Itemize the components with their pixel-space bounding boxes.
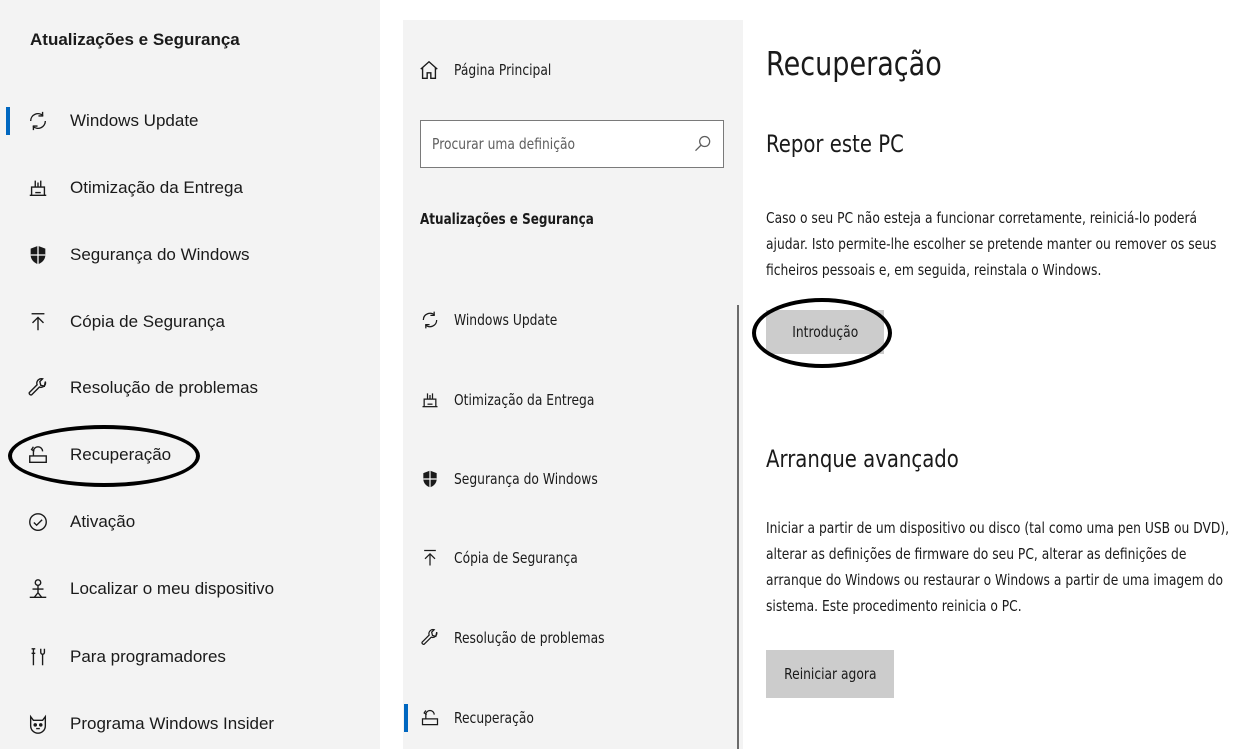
get-started-button-label: Introdução bbox=[791, 323, 858, 341]
left-item-insider[interactable]: Programa Windows Insider bbox=[0, 699, 380, 749]
nav-item-delivery-optimization[interactable]: Otimização da Entrega bbox=[403, 380, 733, 420]
left-item-label: Segurança do Windows bbox=[70, 245, 250, 264]
left-item-label: Programa Windows Insider bbox=[70, 714, 275, 733]
home-icon bbox=[418, 59, 440, 86]
left-panel-title: Atualizações e Segurança bbox=[30, 30, 240, 49]
left-item-label: Localizar o meu dispositivo bbox=[70, 579, 275, 598]
restart-now-button-label: Reiniciar agora bbox=[783, 665, 877, 683]
search-icon[interactable] bbox=[693, 134, 713, 154]
reset-pc-description: Caso o seu PC não esteja a funcionar cor… bbox=[766, 209, 1217, 279]
restart-now-button[interactable]: Reiniciar agora bbox=[766, 650, 894, 698]
delivery-icon bbox=[419, 389, 441, 411]
search-input[interactable]: Procurar uma definição bbox=[420, 120, 724, 168]
left-item-windows-update[interactable]: Windows Update bbox=[0, 96, 380, 146]
recovery-icon bbox=[26, 443, 50, 467]
nav-item-label: Cópia de Segurança bbox=[454, 549, 578, 567]
advanced-startup-heading: Arranque avançado bbox=[766, 445, 959, 473]
left-item-find-device[interactable]: Localizar o meu dispositivo bbox=[0, 564, 380, 614]
left-item-backup[interactable]: Cópia de Segurança bbox=[0, 297, 380, 347]
nav-item-windows-security[interactable]: Segurança do Windows bbox=[403, 459, 733, 499]
upload-icon bbox=[419, 547, 441, 569]
left-item-label: Para programadores bbox=[70, 647, 226, 666]
nav-scrollbar[interactable] bbox=[737, 305, 739, 749]
selected-indicator bbox=[404, 704, 408, 732]
left-settings-panel: Atualizações e Segurança Windows Update … bbox=[0, 0, 380, 749]
left-item-activation[interactable]: Ativação bbox=[0, 497, 380, 547]
nav-item-windows-update[interactable]: Windows Update bbox=[403, 300, 733, 340]
insider-cat-icon bbox=[26, 712, 50, 736]
left-item-label: Windows Update bbox=[70, 111, 199, 130]
left-item-label: Ativação bbox=[70, 512, 136, 531]
left-item-label: Cópia de Segurança bbox=[70, 312, 226, 331]
left-item-developers[interactable]: Para programadores bbox=[0, 632, 380, 682]
nav-item-label: Segurança do Windows bbox=[454, 470, 598, 488]
nav-item-label: Resolução de problemas bbox=[454, 629, 605, 647]
recovery-icon bbox=[419, 707, 441, 729]
nav-section-title: Atualizações e Segurança bbox=[420, 210, 594, 228]
left-item-troubleshoot[interactable]: Resolução de problemas bbox=[0, 363, 380, 413]
page-title: Recuperação bbox=[766, 44, 942, 83]
sync-icon bbox=[419, 309, 441, 331]
reset-pc-heading: Repor este PC bbox=[766, 130, 904, 158]
left-item-recovery[interactable]: Recuperação bbox=[0, 430, 380, 480]
delivery-icon bbox=[26, 176, 50, 200]
wrench-icon bbox=[26, 376, 50, 400]
tools-icon bbox=[26, 645, 50, 669]
left-item-label: Resolução de problemas bbox=[70, 378, 259, 397]
advanced-startup-description: Iniciar a partir de um dispositivo ou di… bbox=[766, 519, 1230, 615]
shield-icon bbox=[419, 468, 441, 490]
check-circle-icon bbox=[26, 510, 50, 534]
left-item-windows-security[interactable]: Segurança do Windows bbox=[0, 230, 380, 280]
left-item-label: Recuperação bbox=[70, 445, 172, 464]
nav-item-backup[interactable]: Cópia de Segurança bbox=[403, 538, 733, 578]
get-started-button[interactable]: Introdução bbox=[766, 310, 884, 354]
person-locate-icon bbox=[26, 577, 50, 601]
sync-icon bbox=[26, 109, 50, 133]
nav-item-label: Recuperação bbox=[454, 709, 534, 727]
upload-icon bbox=[26, 310, 50, 334]
nav-item-label: Otimização da Entrega bbox=[454, 391, 595, 409]
wrench-icon bbox=[419, 627, 441, 649]
shield-icon bbox=[26, 243, 50, 267]
search-placeholder: Procurar uma definição bbox=[432, 135, 576, 153]
left-item-delivery-optimization[interactable]: Otimização da Entrega bbox=[0, 163, 380, 213]
nav-item-troubleshoot[interactable]: Resolução de problemas bbox=[403, 618, 733, 658]
left-item-label: Otimização da Entrega bbox=[70, 178, 243, 197]
nav-item-label: Windows Update bbox=[454, 311, 558, 329]
nav-item-recovery[interactable]: Recuperação bbox=[403, 698, 733, 738]
nav-home-label: Página Principal bbox=[454, 61, 552, 79]
